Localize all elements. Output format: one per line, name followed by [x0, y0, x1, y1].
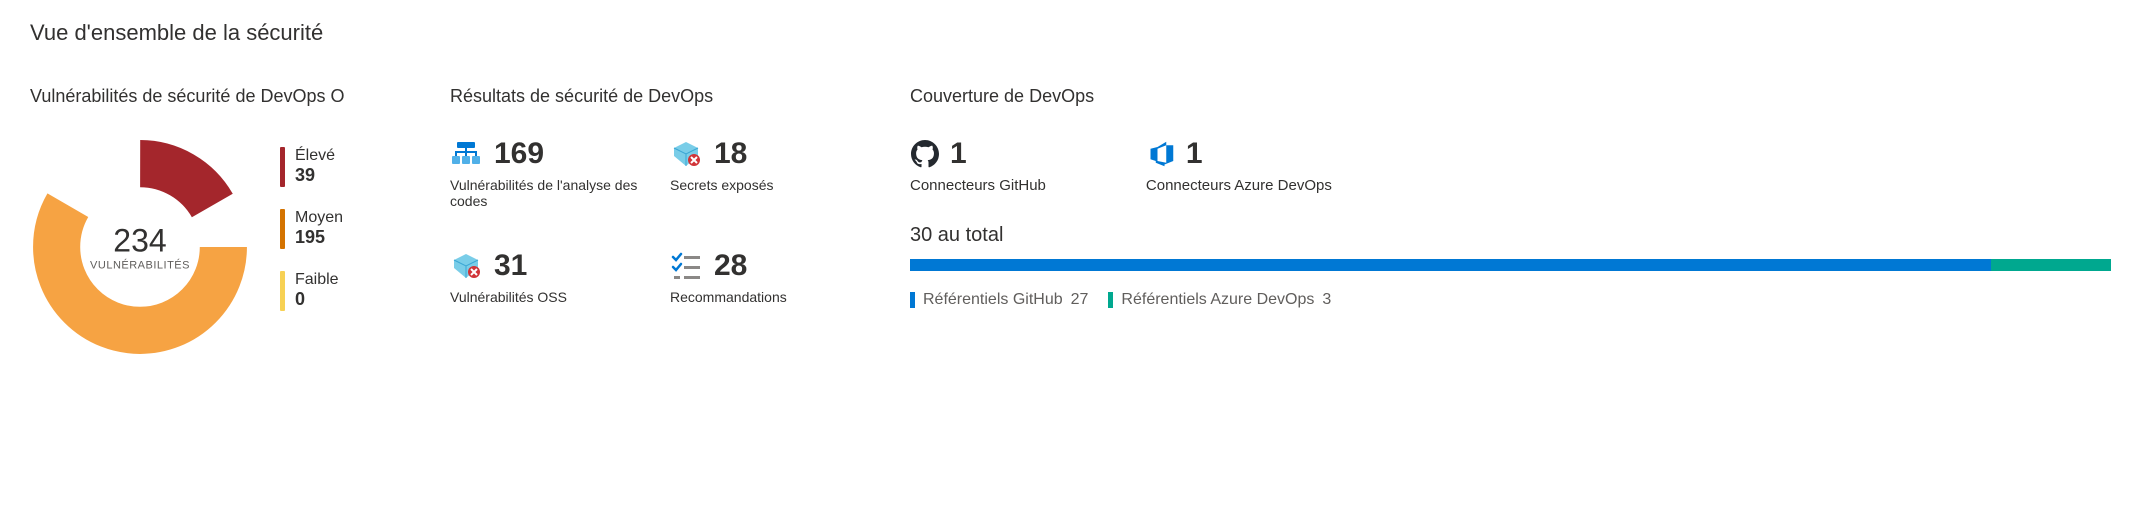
legend-label: Faible: [295, 271, 339, 289]
coverage-bar-azdo: [1991, 259, 2111, 271]
legend-label: Référentiels Azure DevOps: [1121, 291, 1314, 309]
legend-swatch: [280, 271, 285, 311]
vulnerabilities-donut-chart: 234 VULNÉRABILITÉS: [30, 137, 250, 357]
metric-label: Vulnérabilités OSS: [450, 289, 650, 305]
metric-label: Recommandations: [670, 289, 870, 305]
metric-value: 169: [494, 137, 544, 171]
legend-item-low: Faible 0: [280, 271, 343, 311]
legend-label: Référentiels GitHub: [923, 291, 1063, 309]
oss-vuln-icon: [450, 250, 482, 282]
coverage-legend-azdo: Référentiels Azure DevOps 3: [1108, 291, 1331, 309]
donut-center-value: 234: [90, 223, 190, 260]
legend-swatch: [280, 209, 285, 249]
legend-swatch: [910, 292, 915, 308]
legend-swatch: [1108, 292, 1113, 308]
coverage-total-label: 30 au total: [910, 224, 2111, 247]
vulnerabilities-title: Vulnérabilités de sécurité de DevOps O: [30, 86, 410, 107]
recommendations-icon: [670, 250, 702, 282]
metric-oss: 31 Vulnérabilités OSS: [450, 249, 650, 305]
connector-label: Connecteurs Azure DevOps: [1146, 177, 1332, 194]
results-panel: Résultats de sécurité de DevOps 169: [450, 86, 870, 305]
connector-azure-devops: 1 Connecteurs Azure DevOps: [1146, 137, 1332, 194]
azure-devops-icon: [1146, 139, 1176, 169]
legend-item-medium: Moyen 195: [280, 209, 343, 249]
legend-item-high: Élevé 39: [280, 147, 343, 187]
connector-github: 1 Connecteurs GitHub: [910, 137, 1046, 194]
metric-code-scan: 169 Vulnérabilités de l'analyse des code…: [450, 137, 650, 209]
donut-center-label: VULNÉRABILITÉS: [90, 260, 190, 272]
legend-value: 195: [295, 227, 343, 248]
severity-legend: Élevé 39 Moyen 195 Faible 0: [280, 147, 343, 311]
legend-label: Moyen: [295, 209, 343, 227]
github-icon: [910, 139, 940, 169]
metric-value: 31: [494, 249, 527, 283]
legend-value: 39: [295, 165, 335, 186]
vulnerabilities-panel: Vulnérabilités de sécurité de DevOps O 2…: [30, 86, 410, 357]
coverage-legend: Référentiels GitHub 27 Référentiels Azur…: [910, 291, 2111, 309]
connector-label: Connecteurs GitHub: [910, 177, 1046, 194]
connector-value: 1: [1186, 137, 1203, 171]
results-title: Résultats de sécurité de DevOps: [450, 86, 870, 107]
metric-label: Vulnérabilités de l'analyse des codes: [450, 177, 650, 209]
coverage-bar-github: [910, 259, 1991, 271]
coverage-legend-github: Référentiels GitHub 27: [910, 291, 1088, 309]
metric-label: Secrets exposés: [670, 177, 870, 193]
metric-value: 18: [714, 137, 747, 171]
legend-swatch: [280, 147, 285, 187]
legend-value: 3: [1322, 291, 1331, 309]
code-scan-icon: [450, 138, 482, 170]
connector-value: 1: [950, 137, 967, 171]
metric-value: 28: [714, 249, 747, 283]
secret-icon: [670, 138, 702, 170]
coverage-title: Couverture de DevOps: [910, 86, 2111, 107]
legend-value: 0: [295, 289, 339, 310]
legend-label: Élevé: [295, 147, 335, 165]
metric-secrets: 18 Secrets exposés: [670, 137, 870, 209]
legend-value: 27: [1071, 291, 1089, 309]
coverage-bar-chart: [910, 259, 2111, 271]
page-title: Vue d'ensemble de la sécurité: [30, 20, 2111, 46]
metric-recommendations: 28 Recommandations: [670, 249, 870, 305]
coverage-panel: Couverture de DevOps 1 Connecteurs GitHu…: [910, 86, 2111, 309]
